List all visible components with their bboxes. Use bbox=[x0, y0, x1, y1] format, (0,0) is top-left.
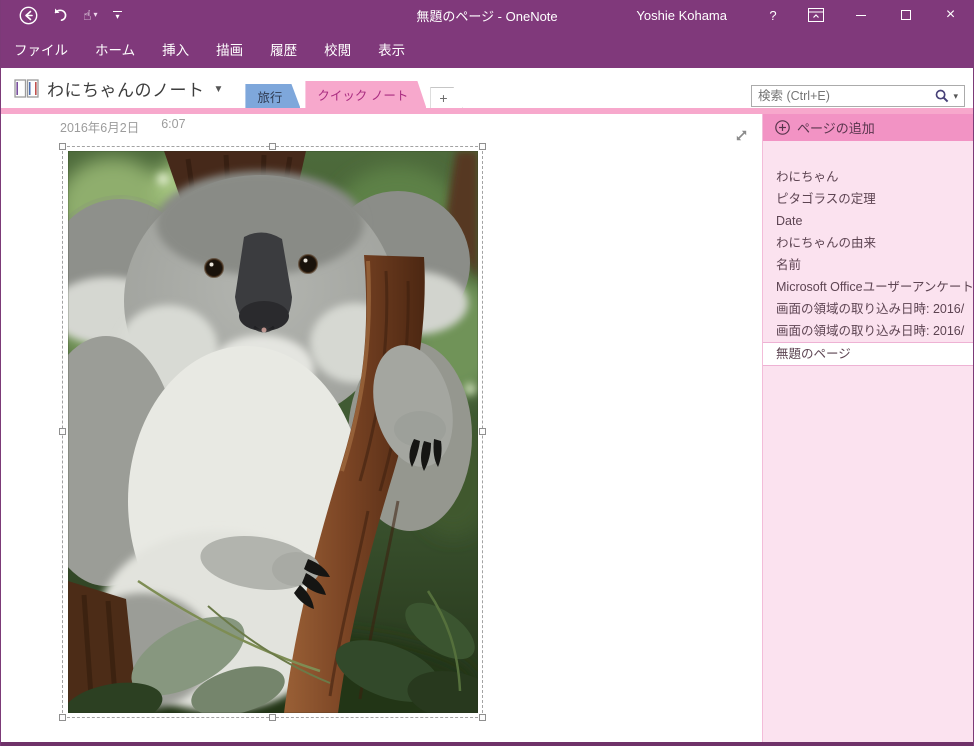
quick-access-toolbar: ☝ ▾ ▾ bbox=[1, 6, 124, 25]
page-list-item[interactable]: わにちゃん bbox=[763, 166, 973, 188]
page-list-item[interactable]: 画面の領域の取り込み日時: 2016/ bbox=[763, 298, 973, 320]
add-page-label: ページの追加 bbox=[797, 121, 875, 136]
page-list-item[interactable]: Microsoft Officeユーザーアンケート bbox=[763, 276, 973, 298]
undo-icon[interactable] bbox=[52, 7, 69, 23]
notebook-name: わにちゃんのノート bbox=[47, 80, 205, 100]
page-list-item[interactable]: 名前 bbox=[763, 254, 973, 276]
main-area: 2016年6月2日 6:07 ページの追加 わにちゃん ピタゴラスの定理 Dat… bbox=[1, 114, 973, 742]
minimize-button[interactable] bbox=[838, 0, 883, 30]
notebook-switcher[interactable]: わにちゃんのノート ▼ bbox=[1, 68, 223, 108]
back-icon[interactable] bbox=[19, 6, 38, 25]
menu-item-home[interactable]: ホーム bbox=[95, 39, 135, 59]
close-button[interactable]: × bbox=[928, 0, 973, 30]
notebook-icon bbox=[14, 78, 39, 98]
notebook-dropdown-icon: ▼ bbox=[213, 84, 224, 95]
resize-handle-top-left[interactable] bbox=[59, 143, 66, 150]
help-icon[interactable]: ? bbox=[753, 0, 793, 30]
section-tab-quick-notes[interactable]: クイック ノート bbox=[305, 81, 426, 108]
titlebar-right: Yoshie Kohama ? × bbox=[624, 0, 973, 30]
account-user-name[interactable]: Yoshie Kohama bbox=[624, 0, 753, 30]
koala-photo[interactable] bbox=[68, 151, 478, 713]
resize-handle-top-right[interactable] bbox=[479, 143, 486, 150]
full-page-view-icon[interactable] bbox=[734, 128, 749, 148]
page-list-item[interactable]: わにちゃんの由来 bbox=[763, 232, 973, 254]
window-bottom-border bbox=[1, 742, 973, 746]
menu-item-file[interactable]: ファイル bbox=[14, 39, 68, 59]
touch-icon: ☝ bbox=[83, 7, 92, 23]
page-list: わにちゃん ピタゴラスの定理 Date わにちゃんの由来 名前 Microsof… bbox=[763, 166, 973, 366]
section-tabs: 旅行 クイック ノート + bbox=[245, 68, 462, 108]
search-input[interactable] bbox=[752, 89, 932, 103]
menu-item-view[interactable]: 表示 bbox=[378, 39, 405, 59]
section-tab-travel[interactable]: 旅行 bbox=[245, 84, 300, 108]
page-list-sidebar: ページの追加 わにちゃん ピタゴラスの定理 Date わにちゃんの由来 名前 M… bbox=[762, 114, 973, 742]
onenote-window: ☝ ▾ ▾ 無題のページ - OneNote Yoshie Kohama ? ×… bbox=[0, 0, 974, 746]
page-list-item[interactable]: Date bbox=[763, 210, 973, 232]
resize-handle-bottom-left[interactable] bbox=[59, 714, 66, 721]
menu-item-insert[interactable]: 挿入 bbox=[162, 39, 189, 59]
menu-item-draw[interactable]: 描画 bbox=[216, 39, 243, 59]
resize-handle-bottom-center[interactable] bbox=[268, 714, 276, 721]
page-date-row: 2016年6月2日 6:07 bbox=[60, 117, 186, 136]
menu-item-review[interactable]: 校閲 bbox=[324, 39, 351, 59]
image-selection-frame bbox=[59, 143, 486, 721]
resize-handle-bottom-right[interactable] bbox=[479, 714, 486, 721]
title-bar: ☝ ▾ ▾ 無題のページ - OneNote Yoshie Kohama ? × bbox=[1, 0, 973, 30]
search-icon[interactable] bbox=[931, 89, 953, 103]
maximize-icon bbox=[900, 10, 911, 20]
page-list-item-selected[interactable]: 無題のページ bbox=[763, 342, 973, 366]
page-canvas[interactable]: 2016年6月2日 6:07 bbox=[1, 114, 762, 742]
page-list-item[interactable]: ピタゴラスの定理 bbox=[763, 188, 973, 210]
add-page-button[interactable]: ページの追加 bbox=[763, 114, 973, 141]
ribbon-display-options-icon[interactable] bbox=[793, 0, 838, 30]
touch-mouse-mode-icon[interactable]: ☝ ▾ bbox=[83, 8, 98, 22]
customize-qat-icon[interactable]: ▾ bbox=[112, 10, 124, 20]
maximize-button[interactable] bbox=[883, 0, 928, 30]
add-section-tab[interactable]: + bbox=[430, 87, 462, 108]
resize-handle-middle-left[interactable] bbox=[59, 428, 66, 435]
search-box[interactable]: ▾ bbox=[751, 85, 965, 107]
page-list-item[interactable]: 画面の領域の取り込み日時: 2016/ bbox=[763, 320, 973, 342]
resize-handle-middle-right[interactable] bbox=[479, 428, 486, 435]
ribbon-tab-bar: ファイル ホーム 挿入 描画 履歴 校閲 表示 bbox=[1, 30, 973, 68]
menu-item-history[interactable]: 履歴 bbox=[270, 39, 297, 59]
resize-handle-top-center[interactable] bbox=[268, 143, 276, 150]
add-page-plus-icon bbox=[775, 120, 790, 135]
minimize-icon bbox=[855, 14, 866, 16]
page-time: 6:07 bbox=[161, 117, 186, 131]
page-date: 2016年6月2日 bbox=[60, 121, 140, 135]
touch-mode-caret-icon: ▾ bbox=[93, 10, 98, 19]
search-scope-caret-icon[interactable]: ▾ bbox=[953, 91, 964, 102]
notebook-header-row: わにちゃんのノート ▼ 旅行 クイック ノート + ▾ bbox=[1, 68, 973, 108]
